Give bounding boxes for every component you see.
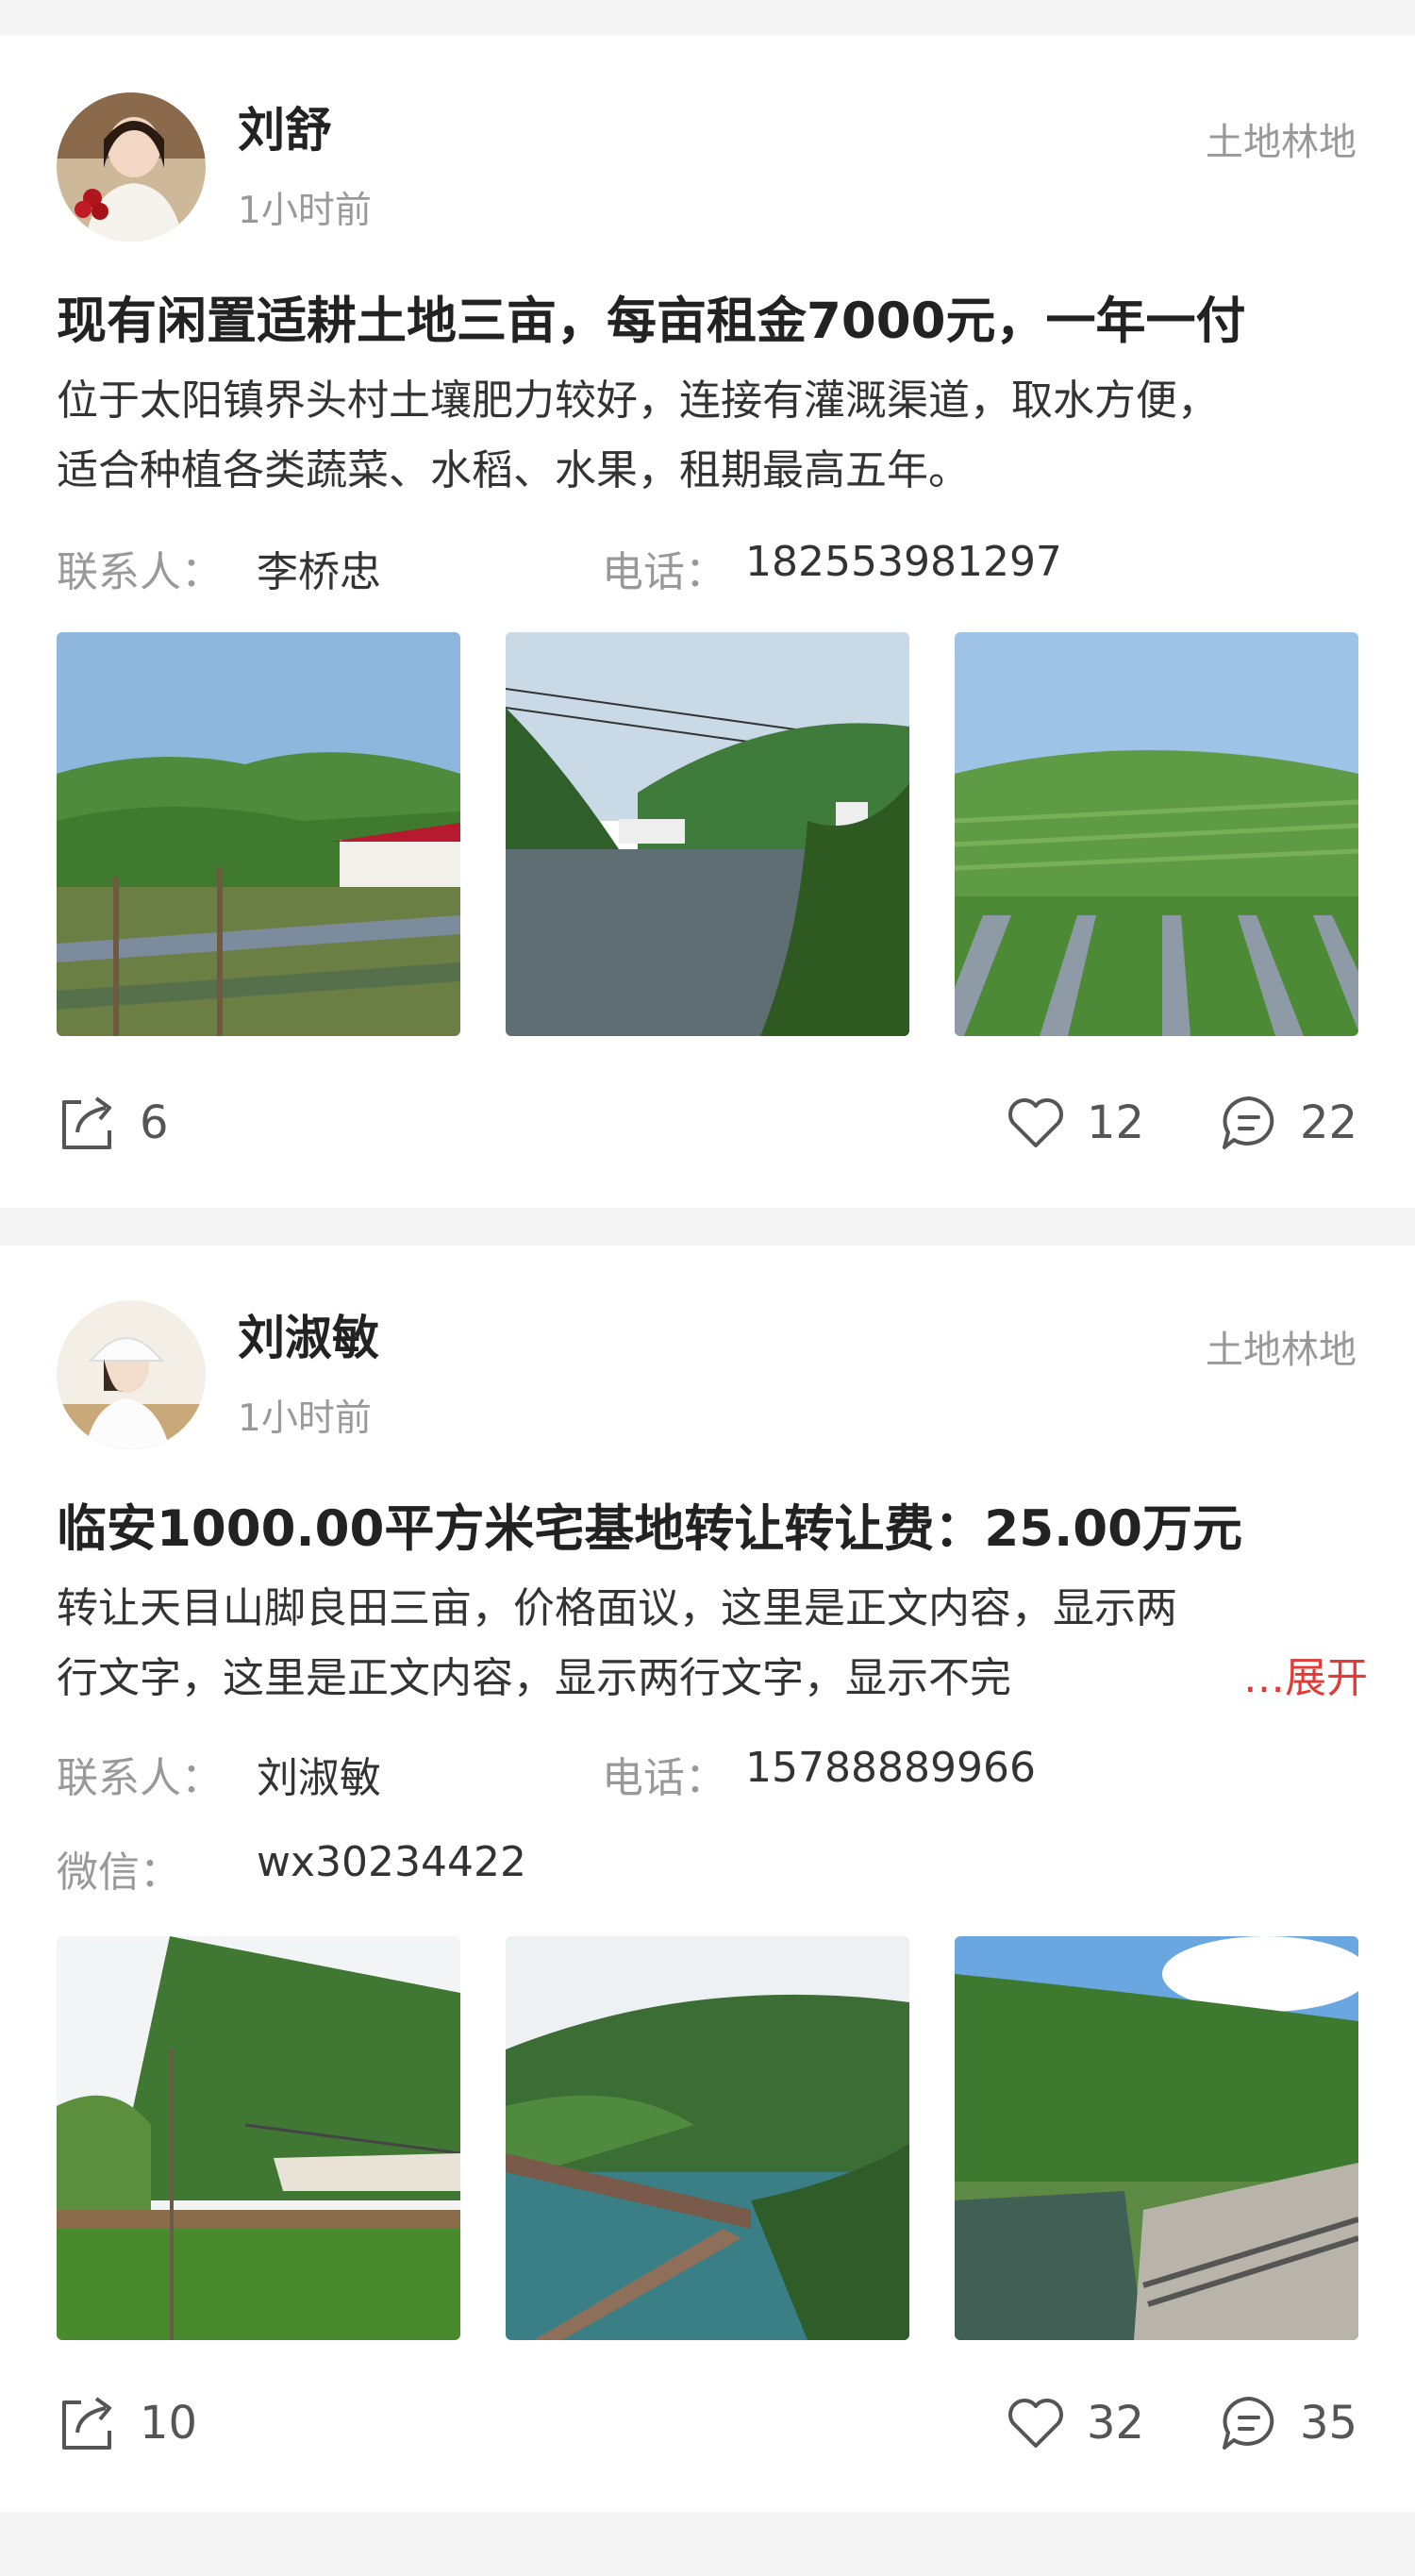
post-photo[interactable] (955, 632, 1358, 1036)
post-body-line: 转让天目山脚良田三亩，价格面议，这里是正文内容，显示两 (57, 1584, 1177, 1632)
heart-icon (1008, 1098, 1063, 1147)
like-button[interactable]: 32 (1004, 2391, 1144, 2455)
comment-count: 35 (1300, 2397, 1358, 2450)
like-button[interactable]: 12 (1004, 1091, 1144, 1155)
post-photo[interactable] (506, 1936, 909, 2340)
share-count: 10 (140, 2397, 198, 2450)
post-time: 1小时前 (238, 190, 372, 232)
post-title[interactable]: 临安1000.00平方米宅基地转让转让费：25.00万元 (57, 1489, 1242, 1561)
like-count: 12 (1087, 1096, 1145, 1149)
hillside-field-image (57, 1936, 460, 2340)
share-button[interactable]: 6 (57, 1091, 169, 1155)
comment-icon (1223, 1096, 1274, 1149)
post-photo[interactable] (57, 632, 460, 1036)
phone-number[interactable]: 182553981297 (745, 538, 1062, 586)
post-body[interactable]: 转让天目山脚良田三亩，价格面议，这里是正文内容，显示两 行文字，这里是正文内容，… (57, 1574, 1368, 1714)
comment-icon (1223, 2397, 1274, 2450)
contact-name: 刘淑敏 (257, 1754, 381, 1802)
wechat-label: 微信： (57, 1848, 181, 1897)
avatar[interactable] (57, 92, 206, 242)
post-card[interactable]: 刘舒 1小时前 土地林地 现有闲置适耕土地三亩，每亩租金7000元，一年一付 位… (0, 36, 1415, 1208)
comment-button[interactable]: 35 (1217, 2391, 1357, 2455)
avatar[interactable] (57, 1300, 206, 1449)
post-body-text: 行文字，这里是正文内容，显示两行文字，显示不完 (57, 1654, 1011, 1702)
post-feed: 刘舒 1小时前 土地林地 现有闲置适耕土地三亩，每亩租金7000元，一年一付 位… (0, 0, 1415, 2576)
category-tag[interactable]: 土地林地 (1206, 1319, 1357, 1374)
wechat-id[interactable]: wx30234422 (257, 1838, 526, 1886)
avatar-image (57, 1300, 206, 1449)
post-photo[interactable] (506, 632, 909, 1036)
reservoir-image (506, 1936, 909, 2340)
expand-link[interactable]: …展开 (1243, 1644, 1368, 1714)
category-tag[interactable]: 土地林地 (1206, 111, 1357, 166)
terraced-field-image (955, 632, 1358, 1036)
post-photo[interactable] (57, 1936, 460, 2340)
post-body-line: 适合种植各类蔬菜、水稻、水果，租期最高五年。 (57, 446, 970, 494)
author-name[interactable]: 刘淑敏 (238, 1300, 379, 1368)
contact-label: 联系人： (57, 548, 223, 596)
field-with-house-image (57, 632, 460, 1036)
post-time: 1小时前 (238, 1397, 372, 1440)
share-button[interactable]: 10 (57, 2391, 197, 2455)
share-count: 6 (140, 1096, 169, 1149)
phone-number[interactable]: 15788889966 (745, 1744, 1036, 1792)
comment-button[interactable]: 22 (1217, 1091, 1357, 1155)
post-body[interactable]: 位于太阳镇界头村土壤肥力较好，连接有灌溉渠道，取水方便， 适合种植各类蔬菜、水稻… (57, 366, 1368, 506)
like-count: 32 (1087, 2397, 1145, 2450)
heart-icon (1008, 2399, 1063, 2448)
post-card[interactable]: 刘淑敏 1小时前 土地林地 临安1000.00平方米宅基地转让转让费：25.00… (0, 1246, 1415, 2512)
share-icon (62, 1096, 111, 1149)
contact-label: 联系人： (57, 1754, 223, 1802)
post-body-line: 行文字，这里是正文内容，显示两行文字，显示不完 …展开 (57, 1644, 1368, 1714)
post-body-line: 位于太阳镇界头村土壤肥力较好，连接有灌溉渠道，取水方便， (57, 376, 1219, 425)
avatar-image (57, 92, 206, 242)
phone-label: 电话： (602, 1754, 726, 1802)
comment-count: 22 (1300, 1096, 1358, 1149)
author-name[interactable]: 刘舒 (238, 92, 332, 160)
lake-image (506, 632, 909, 1036)
pond-embankment-image (955, 1936, 1358, 2340)
contact-name: 李桥忠 (257, 548, 381, 596)
phone-label: 电话： (602, 548, 726, 596)
post-title[interactable]: 现有闲置适耕土地三亩，每亩租金7000元，一年一付 (57, 281, 1246, 353)
post-photo[interactable] (955, 1936, 1358, 2340)
share-icon (62, 2397, 111, 2450)
